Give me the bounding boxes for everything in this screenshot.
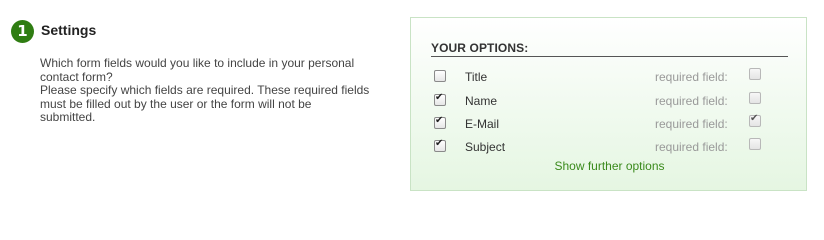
show-further-options-link[interactable]: Show further options (411, 159, 808, 173)
field-label-name: Name (465, 94, 498, 108)
required-field-label: required field: (655, 94, 728, 108)
required-name-checkbox[interactable] (749, 92, 761, 104)
settings-description: Which form fields would you like to incl… (40, 56, 370, 125)
required-subject-checkbox[interactable] (749, 138, 761, 150)
option-row-name: Name required field: (411, 91, 806, 111)
include-title-checkbox[interactable] (434, 70, 446, 82)
description-question: Which form fields would you like to incl… (40, 56, 355, 84)
options-panel: YOUR OPTIONS: Title required field: Name… (410, 17, 807, 191)
description-instructions: Please specify which fields are required… (40, 83, 370, 124)
option-row-subject: Subject required field: (411, 137, 806, 157)
include-email-checkbox[interactable] (434, 115, 446, 129)
option-row-email: E-Mail required field: (411, 113, 806, 134)
include-subject-checkbox[interactable] (434, 138, 446, 152)
required-email-checkbox[interactable] (749, 113, 761, 127)
field-label-title: Title (465, 70, 488, 84)
field-label-subject: Subject (465, 140, 506, 154)
step-number-badge: 1 (11, 20, 34, 43)
required-field-label: required field: (655, 140, 728, 154)
field-label-email: E-Mail (465, 117, 500, 131)
required-title-checkbox[interactable] (749, 68, 761, 80)
required-field-label: required field: (655, 117, 728, 131)
include-name-checkbox[interactable] (434, 92, 446, 106)
options-heading: YOUR OPTIONS: (431, 41, 788, 57)
required-field-label: required field: (655, 70, 728, 84)
section-title: Settings (41, 22, 97, 38)
option-row-title: Title required field: (411, 67, 806, 87)
